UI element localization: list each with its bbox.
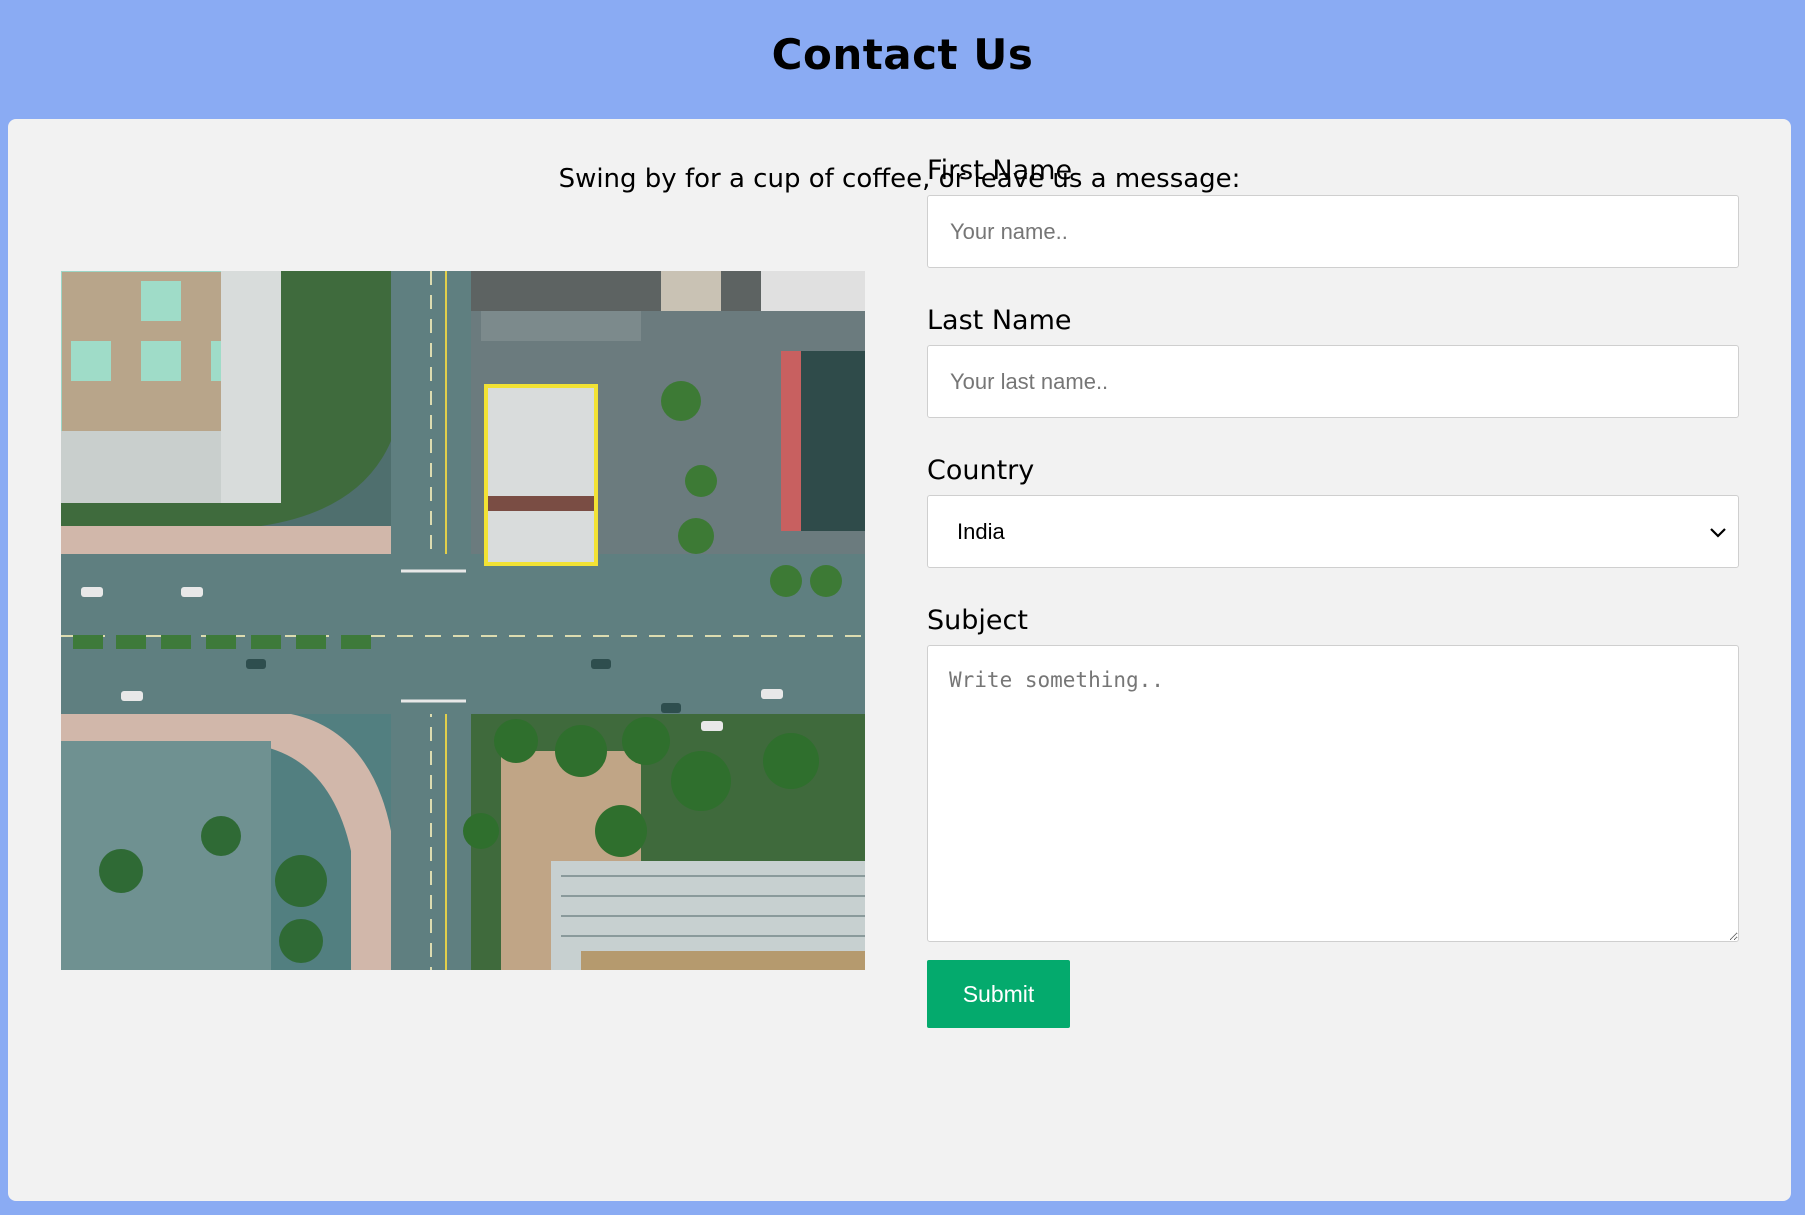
country-select[interactable]: India <box>927 495 1739 568</box>
chevron-down-icon <box>1710 528 1726 538</box>
last-name-input[interactable] <box>927 345 1739 418</box>
subject-group: Subject <box>927 600 1739 942</box>
aerial-city-image <box>61 271 865 970</box>
subject-textarea[interactable] <box>927 645 1739 942</box>
country-group: Country India <box>927 450 1739 568</box>
contact-form: First Name Last Name Country India Subje… <box>927 150 1739 974</box>
country-selected-value: India <box>957 519 1005 544</box>
last-name-label: Last Name <box>927 305 1072 336</box>
aerial-city-illustration <box>61 271 865 970</box>
first-name-label: First Name <box>927 155 1073 186</box>
first-name-input[interactable] <box>927 195 1739 268</box>
page-title: Contact Us <box>771 30 1034 79</box>
last-name-group: Last Name <box>927 300 1739 418</box>
submit-button[interactable]: Submit <box>927 960 1070 1028</box>
subject-label: Subject <box>927 605 1028 636</box>
country-label: Country <box>927 455 1035 486</box>
first-name-group: First Name <box>927 150 1739 268</box>
